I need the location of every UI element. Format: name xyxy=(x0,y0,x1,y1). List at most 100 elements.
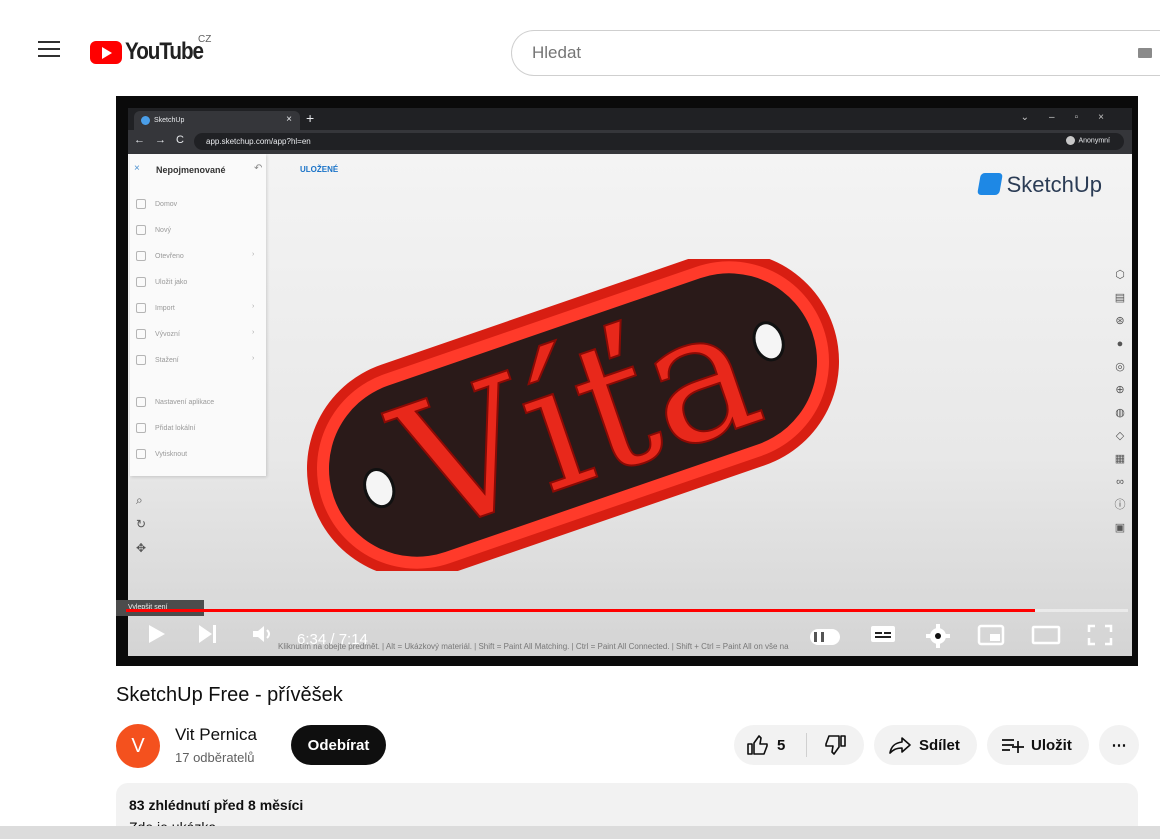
instructor-icon: ▤ xyxy=(1114,292,1126,304)
browser-tab-strip: SketchUp × + ⌄–▫× xyxy=(128,108,1132,130)
menu-item-label: Import xyxy=(155,304,175,312)
url-field: app.sketchup.com/app?hl=en Anonymní xyxy=(194,133,1124,150)
submenu-arrow-icon: › xyxy=(252,355,255,362)
menu-item-label: Přidat lokální xyxy=(155,424,196,432)
menu-item-label: Vytisknout xyxy=(155,450,188,458)
like-count: 5 xyxy=(777,736,786,754)
menu-item-label: Nastavení aplikace xyxy=(155,398,215,406)
more-dots-icon: ⋯ xyxy=(1111,737,1127,754)
window-bottom-edge xyxy=(0,826,1160,839)
save-button[interactable]: Uložit xyxy=(987,725,1089,765)
theater-mode-button[interactable] xyxy=(1031,624,1061,648)
new-tab-icon: + xyxy=(306,110,315,126)
window-controls-icon: ⌄–▫× xyxy=(1020,112,1124,123)
miniplayer-button[interactable] xyxy=(977,624,1005,648)
menu-item-label: Uložit jako xyxy=(155,278,188,286)
keyboard-icon[interactable] xyxy=(1138,48,1152,58)
youtube-play-logo-icon xyxy=(90,40,122,64)
thumbs-down-icon xyxy=(825,735,846,755)
more-actions-button[interactable]: ⋯ xyxy=(1099,725,1139,765)
menu-item-icon xyxy=(136,277,146,287)
theater-icon xyxy=(1031,625,1061,645)
browser-tab: SketchUp × xyxy=(134,111,300,130)
autoplay-toggle[interactable] xyxy=(810,629,840,645)
layers-icon: ⊕ xyxy=(1115,384,1125,396)
sketchup-logo-icon xyxy=(976,173,1003,195)
recorded-browser-window: SketchUp × + ⌄–▫× ←→C app.sketchup.com/a… xyxy=(128,108,1132,656)
sketchup-file-menu: × Nepojmenované ↶ ULOŽENÉ Domov Nový Otevř… xyxy=(130,154,338,476)
view-count-date: 83 zhlédnutí před 8 měsíci xyxy=(129,797,304,813)
youtube-logo[interactable]: YouTube CZ xyxy=(90,34,216,66)
channel-name[interactable]: Vit Pernica xyxy=(175,725,257,745)
menu-item-icon xyxy=(136,199,146,209)
browser-address-bar: ←→C app.sketchup.com/app?hl=en Anonymní xyxy=(128,130,1132,154)
sketchup-menu-item: Vytisknout xyxy=(136,449,187,465)
share-arrow-icon xyxy=(889,737,911,754)
left-toolbar: ⌕ ↻ ✥ xyxy=(136,488,146,560)
next-video-button[interactable] xyxy=(198,624,218,648)
video-progress-bar[interactable] xyxy=(126,609,1128,612)
sketchup-canvas: SketchUp Víťa × Nepojmenované ↶ ULOŽENÉ … xyxy=(128,154,1132,656)
undo-icon: ↶ xyxy=(254,163,263,174)
menu-item-label: Nový xyxy=(155,226,171,234)
menu-item-icon xyxy=(136,449,146,459)
menu-item-icon xyxy=(136,225,146,235)
gear-icon xyxy=(926,624,950,648)
info-icon: ⓘ xyxy=(1114,499,1126,511)
browser-profile: Anonymní xyxy=(1066,136,1110,145)
next-icon xyxy=(199,625,216,643)
close-menu-icon: × xyxy=(134,163,140,174)
orbit-tool-icon: ↻ xyxy=(136,517,147,531)
play-icon xyxy=(149,625,165,643)
search-input[interactable] xyxy=(532,43,932,63)
model-title: Nepojmenované xyxy=(156,165,226,175)
tag-icon: ◇ xyxy=(1115,430,1125,442)
save-label: Uložit xyxy=(1031,736,1072,754)
volume-button[interactable] xyxy=(252,624,272,648)
subscribe-button[interactable]: Odebírat xyxy=(291,725,386,765)
top-bar: YouTube CZ xyxy=(0,0,1160,90)
hamburger-menu-icon[interactable] xyxy=(38,41,60,59)
sketchup-menu-item: Nový xyxy=(136,225,171,241)
entity-info-icon: ⬡ xyxy=(1115,269,1125,281)
keychain-3d-model: Víťa xyxy=(306,259,840,571)
sketchup-menu-item: Otevřeno › xyxy=(136,251,254,267)
menu-item-icon xyxy=(136,397,146,407)
pan-tool-icon: ✥ xyxy=(136,541,147,555)
close-tab-icon: × xyxy=(286,114,292,125)
menu-item-label: Vývozní xyxy=(155,330,180,338)
url-text: app.sketchup.com/app?hl=en xyxy=(206,137,311,146)
scenes-icon: ◍ xyxy=(1115,407,1125,419)
sketchup-brand-text: SketchUp xyxy=(1006,172,1102,197)
report-icon: ▣ xyxy=(1114,522,1126,534)
subtitles-button[interactable] xyxy=(870,624,896,648)
components-icon: ⊛ xyxy=(1115,315,1125,327)
dislike-button[interactable] xyxy=(807,725,863,765)
share-button[interactable]: Sdílet xyxy=(874,725,977,765)
thumbs-up-icon xyxy=(747,735,768,755)
sketchup-tooltip: Vylepšit sení xyxy=(116,600,204,616)
right-toolbar: ⬡ ▤ ⊛ ● ◎ ⊕ ◍ ◇ ▦ ∞ ⓘ ▣ xyxy=(1112,264,1128,540)
channel-avatar[interactable]: V xyxy=(116,724,160,768)
search-box[interactable] xyxy=(511,30,1160,76)
sketchup-favicon-icon xyxy=(141,116,150,125)
browser-tab-title: SketchUp xyxy=(154,117,185,124)
subscriber-count: 17 odběratelů xyxy=(175,750,255,765)
settings-button[interactable] xyxy=(926,624,950,648)
menu-item-icon xyxy=(136,423,146,433)
browser-nav-icons: ←→C xyxy=(134,134,194,146)
sketchup-menu-item: Stažení › xyxy=(136,355,254,371)
playlist-add-icon xyxy=(1002,739,1024,753)
youtube-watch-page: YouTube CZ SketchUp × + ⌄–▫× ←→C app.sk xyxy=(0,0,1160,839)
sketchup-brand: SketchUp xyxy=(976,172,1102,198)
share-label: Sdílet xyxy=(919,736,960,754)
video-title: SketchUp Free - přívěšek xyxy=(116,684,343,706)
menu-item-icon xyxy=(136,251,146,261)
video-player[interactable]: SketchUp × + ⌄–▫× ←→C app.sketchup.com/a… xyxy=(116,96,1138,666)
sketchup-menu-item: Přidat lokální xyxy=(136,423,195,439)
subtitles-icon xyxy=(871,626,895,642)
menu-item-label: Otevřeno xyxy=(155,252,184,260)
fullscreen-button[interactable] xyxy=(1087,624,1113,648)
like-button[interactable]: 5 xyxy=(734,725,806,765)
play-button[interactable] xyxy=(148,624,166,648)
